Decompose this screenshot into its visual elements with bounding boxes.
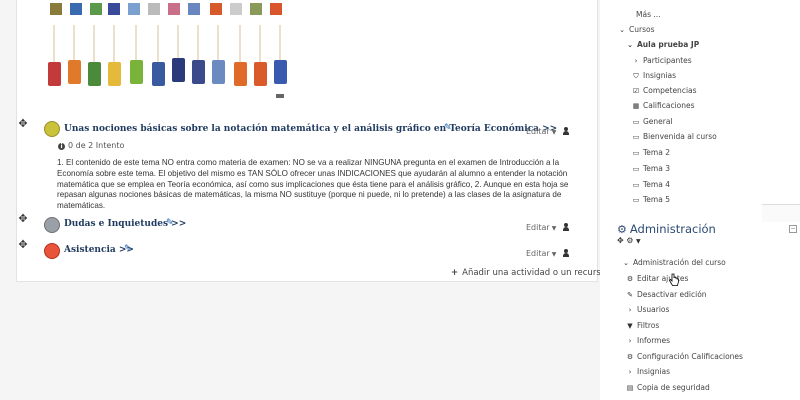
horizontal-scrollbar[interactable] bbox=[762, 204, 800, 222]
hanging-tags-illustration bbox=[48, 3, 287, 98]
topic-title-link[interactable]: Unas nociones básicas sobre la notación … bbox=[64, 124, 557, 134]
user-icon[interactable] bbox=[562, 127, 570, 135]
nav-item-general[interactable]: ▭ General bbox=[632, 117, 673, 126]
nav-item-insignias[interactable]: ⛉ Insignias bbox=[632, 71, 676, 81]
nav-item-participantes[interactable]: › Participantes bbox=[632, 56, 692, 65]
file-icon: ▤ bbox=[626, 384, 634, 392]
gear-icon: ⚙ bbox=[626, 353, 634, 361]
attempts-info: i0 de 2 Intento bbox=[58, 141, 124, 150]
nav-item-tema-4[interactable]: ▭ Tema 4 bbox=[632, 180, 670, 189]
folder-icon: ▭ bbox=[632, 133, 640, 141]
nav-item-tema-5[interactable]: ▭ Tema 5 bbox=[632, 195, 670, 204]
admin-item-filtros[interactable]: ▼ Filtros bbox=[626, 321, 659, 330]
chevron-right-icon: › bbox=[634, 57, 638, 65]
nav-item-tema-2[interactable]: ▭ Tema 2 bbox=[632, 148, 670, 157]
editar-menu[interactable]: Editar ▼ bbox=[526, 249, 556, 258]
section-banner-image bbox=[44, 0, 294, 102]
chevron-down-icon: ⌄ bbox=[627, 41, 633, 49]
nav-item-calificaciones[interactable]: ▦ Calificaciones bbox=[632, 101, 695, 110]
collapse-block-icon[interactable]: − bbox=[789, 225, 797, 233]
gear-icon: ⚙ bbox=[626, 275, 634, 283]
user-icon[interactable] bbox=[562, 223, 570, 231]
editar-menu[interactable]: Editar ▼ bbox=[526, 223, 556, 232]
topic-icon bbox=[44, 121, 60, 137]
admin-item-informes[interactable]: › Informes bbox=[626, 336, 670, 345]
nav-cursos[interactable]: ⌄ Cursos bbox=[618, 25, 654, 34]
admin-item-insignias[interactable]: › Insignias bbox=[626, 367, 670, 376]
table-icon: ▦ bbox=[632, 102, 640, 110]
move-icon[interactable]: ✥ bbox=[18, 239, 28, 250]
nav-item-competencias[interactable]: ☑ Competencias bbox=[632, 86, 697, 95]
chevron-down-icon: ⌄ bbox=[623, 259, 629, 267]
admin-block-title: ⚙ Administración bbox=[617, 222, 716, 236]
nav-item-tema-3[interactable]: ▭ Tema 3 bbox=[632, 164, 670, 173]
attendance-icon bbox=[44, 243, 60, 259]
move-icon[interactable]: ✥ bbox=[18, 213, 28, 224]
admin-block-actions[interactable]: ✥ ⚙ ▼ bbox=[617, 236, 641, 245]
folder-icon: ▭ bbox=[632, 118, 640, 126]
filter-icon: ▼ bbox=[627, 322, 633, 330]
folder-icon: ▭ bbox=[632, 165, 640, 173]
folder-icon: ▭ bbox=[632, 196, 640, 204]
admin-section-course[interactable]: ⌄ Administración del curso bbox=[622, 258, 726, 267]
topic-description: 1. El contenido de este tema NO entra co… bbox=[57, 158, 569, 211]
user-icon[interactable] bbox=[562, 249, 570, 257]
chevron-right-icon: › bbox=[628, 368, 632, 376]
check-square-icon: ☑ bbox=[632, 87, 640, 95]
admin-item-copia-seguridad[interactable]: ▤ Copia de seguridad bbox=[626, 383, 710, 392]
edit-title-pencil-icon[interactable]: ✎ bbox=[166, 218, 174, 228]
chevron-down-icon[interactable]: ▼ bbox=[636, 238, 641, 245]
plus-icon: + bbox=[451, 268, 459, 278]
add-activity-link[interactable]: + Añadir una actividad o un recurso bbox=[451, 268, 606, 278]
gears-icon: ⚙ bbox=[617, 223, 627, 236]
info-icon: i bbox=[58, 143, 65, 150]
shield-icon: ⛉ bbox=[633, 72, 639, 80]
folder-icon: ▭ bbox=[632, 149, 640, 157]
edit-title-pencil-icon[interactable]: ✎ bbox=[124, 244, 132, 254]
nav-item-bienvenida[interactable]: ▭ Bienvenida al curso bbox=[632, 132, 717, 141]
folder-icon: ▭ bbox=[632, 181, 640, 189]
move-icon[interactable]: ✥ bbox=[617, 236, 624, 245]
chevron-down-icon: ⌄ bbox=[619, 26, 625, 34]
edit-title-pencil-icon[interactable]: ✎ bbox=[444, 123, 452, 133]
admin-item-desactivar-edicion[interactable]: ✎ Desactivar edición bbox=[626, 290, 707, 299]
chevron-right-icon: › bbox=[628, 306, 632, 314]
nav-course-name[interactable]: ⌄ Aula prueba JP bbox=[626, 40, 699, 49]
admin-item-configuracion-calificaciones[interactable]: ⚙ Configuración Calificaciones bbox=[626, 352, 743, 361]
pencil-icon: ✎ bbox=[627, 291, 633, 299]
gear-icon[interactable]: ⚙ bbox=[626, 236, 633, 245]
navigation-block: Más ... ⌄ Cursos ⌄ Aula prueba JP › Partici… bbox=[612, 0, 800, 210]
hand-cursor-icon bbox=[668, 273, 679, 286]
move-icon[interactable]: ✥ bbox=[18, 118, 28, 129]
admin-item-usuarios[interactable]: › Usuarios bbox=[626, 305, 670, 314]
editar-menu[interactable]: Editar ▼ bbox=[526, 127, 556, 136]
chevron-right-icon: › bbox=[628, 337, 632, 345]
forum-icon bbox=[44, 217, 60, 233]
nav-more-link[interactable]: Más ... bbox=[636, 10, 661, 19]
